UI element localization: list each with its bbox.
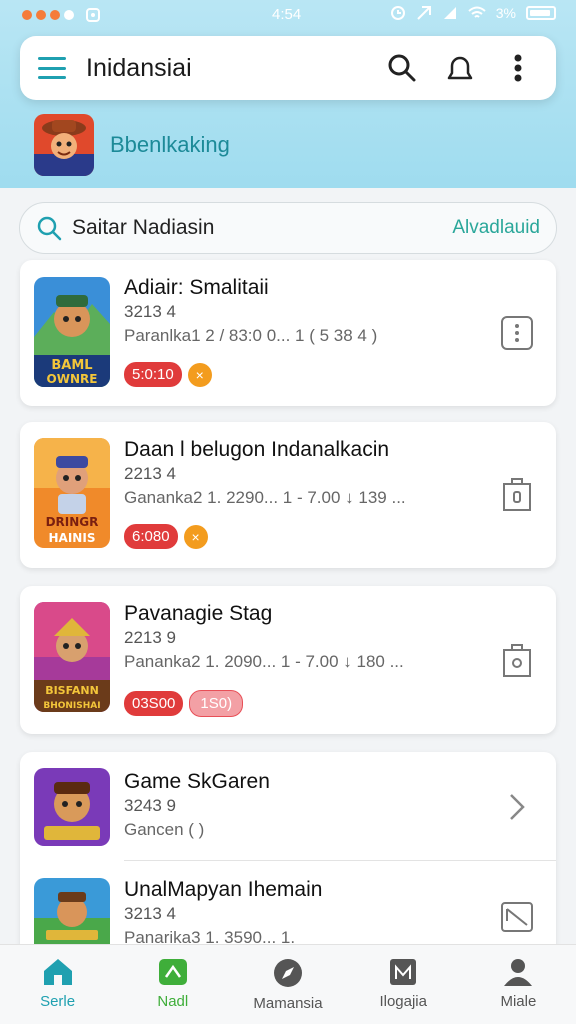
svg-text:BHONISHAI: BHONISHAI — [43, 701, 100, 711]
nav-item-profile[interactable]: Miale — [461, 945, 576, 1024]
download-icon[interactable] — [500, 476, 534, 514]
search-icon[interactable] — [382, 48, 422, 88]
nav-item-games[interactable]: Nadl — [115, 945, 230, 1024]
dot-icon — [64, 10, 74, 20]
discount-icon: × — [183, 524, 208, 549]
app-bar: Inidansiai — [20, 36, 556, 100]
game-meta: Gancen ( ) — [124, 820, 205, 839]
game-badges: 5:0:10 × — [124, 362, 212, 387]
svg-text:DRINGR: DRINGR — [46, 515, 99, 529]
game-card[interactable]: BAML OWNRE Adiair: Smalitaii 3213 4 Para… — [20, 260, 556, 406]
game-title: UnalMapyan Ihemain — [124, 878, 323, 901]
more-options-icon[interactable] — [498, 48, 538, 88]
divider — [124, 860, 556, 861]
chevron-right-icon[interactable] — [500, 788, 534, 826]
dot-icon — [36, 10, 46, 20]
game-title: Daan l belugon Indanalkacin — [124, 438, 390, 461]
nav-label: Miale — [500, 993, 537, 1010]
compass-icon — [274, 959, 302, 987]
dot-icon — [50, 10, 60, 20]
game-meta: Pananka2 1. 2090... 1 - 7.00 ↓ 180 ... — [124, 652, 404, 671]
nav-label: Ilogajia — [379, 993, 427, 1010]
notification-dots — [22, 8, 100, 22]
game-number: 3213 4 — [124, 904, 176, 923]
nav-label: Nadl — [157, 993, 189, 1010]
download-icon[interactable] — [500, 642, 534, 680]
app-title: Inidansiai — [86, 53, 192, 82]
profile-icon — [504, 959, 533, 986]
svg-text:BAML: BAML — [51, 358, 92, 373]
game-art: BAML OWNRE — [34, 277, 110, 387]
game-title: Game SkGaren — [124, 770, 270, 793]
game-icon — [158, 959, 187, 985]
game-meta: Paranlka1 2 / 83:0 0... 1 ( 5 38 4 ) — [124, 326, 378, 345]
nav-item-home[interactable]: Serle — [0, 945, 115, 1024]
svg-text:OWNRE: OWNRE — [47, 372, 98, 386]
options-icon[interactable] — [500, 314, 534, 352]
game-title: Adiair: Smalitaii — [124, 276, 269, 299]
advanced-search-link[interactable]: Alvadlauid — [452, 217, 540, 239]
updates-icon — [390, 959, 417, 985]
bell-icon[interactable] — [440, 48, 480, 88]
search-icon — [37, 216, 62, 241]
bottom-nav: Serle Nadl Mamansia Ilogajia Miale — [0, 944, 576, 1024]
banner-label: Bbenlkaking — [110, 132, 230, 157]
signal-icon — [443, 7, 456, 19]
svg-text:BISFANN: BISFANN — [45, 684, 99, 697]
game-art — [34, 768, 110, 846]
status-time: 4:54 — [272, 6, 302, 23]
search-text: Saitar Nadiasin — [72, 216, 215, 239]
discount-icon: × — [187, 362, 212, 387]
game-card[interactable]: DRINGR HAINIS Daan l belugon Indanalkaci… — [20, 422, 556, 568]
battery-icon — [526, 6, 556, 20]
send-icon — [417, 6, 431, 20]
game-number: 3243 9 — [124, 796, 176, 815]
featured-game-art — [34, 114, 94, 176]
wifi-icon — [468, 6, 486, 18]
game-number: 3213 4 — [124, 302, 176, 321]
nav-label: Mamansia — [253, 995, 323, 1012]
sale-badge: 1S0) — [189, 690, 244, 717]
nav-label: Serle — [40, 993, 76, 1010]
notification-icon — [86, 8, 100, 22]
price-badge: 6:080 — [124, 524, 178, 549]
game-art — [34, 878, 110, 952]
game-number: 2213 9 — [124, 628, 176, 647]
game-number: 2213 4 — [124, 464, 176, 483]
game-card[interactable]: BISFANN BHONISHAI Pavanagie Stag 2213 9 … — [20, 586, 556, 734]
game-title: Pavanagie Stag — [124, 602, 273, 625]
game-badges: 03S00 1S0) — [124, 690, 244, 717]
game-meta: Gananka2 1. 2290... 1 - 7.00 ↓ 139 ... — [124, 488, 406, 507]
price-badge: 03S00 — [124, 691, 184, 716]
alarm-icon — [390, 6, 405, 20]
status-bar: 4:54 3% — [0, 0, 576, 30]
search-input[interactable]: Saitar Nadiasin Alvadlauid — [19, 202, 557, 254]
dot-icon — [22, 10, 32, 20]
svg-text:HAINIS: HAINIS — [49, 531, 96, 545]
status-icons: 3% — [390, 5, 556, 21]
battery-percent: 3% — [495, 5, 516, 21]
featured-banner[interactable]: Bbenlkaking — [34, 114, 230, 176]
nav-item-updates[interactable]: Ilogajia — [346, 945, 461, 1024]
price-badge: 5:0:10 — [124, 362, 182, 387]
open-icon[interactable] — [500, 898, 534, 936]
nav-item-explore[interactable]: Mamansia — [230, 945, 345, 1024]
home-icon — [43, 959, 72, 985]
game-badges: 6:080 × — [124, 524, 208, 549]
menu-icon[interactable] — [38, 57, 66, 79]
game-list-group: Game SkGaren 3243 9 Gancen ( ) UnalMapya… — [20, 752, 556, 952]
game-art: DRINGR HAINIS — [34, 438, 110, 548]
game-art: BISFANN BHONISHAI — [34, 602, 110, 712]
